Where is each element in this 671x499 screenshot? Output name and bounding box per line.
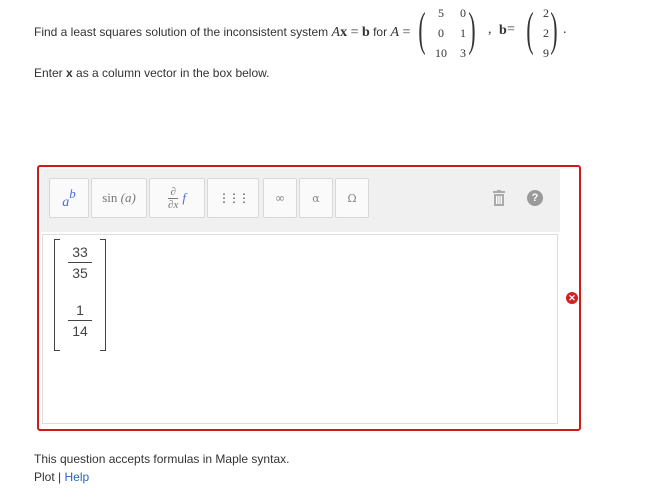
plot-link[interactable]: Plot [34, 470, 55, 484]
fraction-bar [68, 320, 92, 321]
sin-label: sin [102, 190, 118, 205]
vector-b-right-paren: ) [550, 3, 558, 56]
fraction-numerator: 33 [72, 244, 88, 260]
vector-b-left-paren: ( [526, 3, 534, 56]
comma-separator: , [488, 22, 492, 37]
matrix-a-left-paren: ( [418, 3, 426, 56]
matrix-a-right-paren: ) [468, 3, 476, 56]
error-icon: ✕ [566, 292, 578, 304]
answer-entry-fraction: 33 35 [66, 243, 94, 282]
answer-column-vector: 33 35 1 14 [54, 239, 106, 351]
question-prompt: Find a least squares solution of the inc… [34, 0, 664, 64]
matrix-grid-icon: ⋮⋮⋮ [218, 191, 250, 205]
matrix-a: ( 5 0 0 1 10 3 ) [418, 2, 490, 60]
instruction-suffix: as a column vector in the box below. [72, 66, 270, 80]
derivative-icon: ∂ ∂x f [168, 186, 186, 211]
system-equals: = [347, 25, 362, 40]
vector-b: ( 2 2 9 ) [526, 2, 568, 60]
matrix-a-label: A [390, 25, 399, 40]
derivative-button[interactable]: ∂ ∂x f [149, 178, 205, 218]
symbol-button[interactable]: Ω [335, 178, 369, 218]
answer-box: ab sin (a) ∂ ∂x f ⋮⋮⋮ ∞ α Ω ? 33 35 1 14 [37, 165, 581, 431]
fraction-numerator: 1 [76, 302, 84, 318]
matrix-a-cell: 0 [438, 26, 444, 40]
help-link[interactable]: Help [64, 470, 89, 484]
system-a-symbol: A [331, 25, 341, 40]
matrix-a-cell: 10 [435, 46, 447, 60]
right-bracket [100, 239, 106, 351]
omega-icon: Ω [347, 191, 357, 205]
answer-entry-fraction: 1 14 [66, 301, 94, 340]
power-button[interactable]: ab [49, 178, 89, 218]
deriv-partial: ∂ [170, 185, 176, 198]
math-input-editor[interactable]: 33 35 1 14 [42, 234, 558, 424]
fraction-denominator: 14 [72, 323, 88, 339]
fraction-denominator: 35 [72, 265, 88, 281]
derivative-fraction: ∂ ∂x [168, 185, 179, 211]
trash-icon [493, 190, 505, 206]
power-exp: b [69, 185, 76, 201]
link-separator: | [54, 470, 65, 484]
help-links: Plot | Help [34, 470, 289, 484]
infinity-button[interactable]: ∞ [263, 178, 297, 218]
greek-button[interactable]: α [299, 178, 333, 218]
deriv-var: ∂x [168, 198, 179, 211]
deriv-func: f [182, 190, 186, 205]
instruction-var: x [66, 66, 73, 80]
fraction-bar [68, 262, 92, 263]
math-toolbar: ab sin (a) ∂ ∂x f ⋮⋮⋮ ∞ α Ω ? [41, 169, 560, 232]
infinity-icon: ∞ [275, 191, 285, 205]
clear-button[interactable] [483, 178, 515, 218]
matrix-button[interactable]: ⋮⋮⋮ [207, 178, 259, 218]
matrix-a-cell: 5 [438, 6, 444, 20]
power-icon: ab [62, 186, 76, 210]
left-bracket [54, 239, 60, 351]
question-mark-icon: ? [527, 190, 543, 206]
syntax-note: This question accepts formulas in Maple … [34, 452, 290, 466]
instruction-prefix: Enter [34, 66, 67, 80]
vector-b-label: b [499, 23, 507, 38]
sin-arg: (a) [120, 190, 136, 205]
question-text: Find a least squares solution of the inc… [34, 25, 410, 41]
matrix-a-equals: = [399, 25, 411, 40]
instruction-text: Enter x as a column vector in the box be… [34, 66, 269, 80]
alpha-icon: α [312, 191, 320, 205]
question-period: . [563, 22, 567, 37]
system-b-symbol: b [361, 25, 370, 40]
footer: This question accepts formulas in Maple … [34, 452, 289, 484]
question-prefix: Find a least squares solution of the inc… [34, 25, 332, 39]
system-x-symbol: x [340, 25, 348, 40]
sin-icon: sin (a) [102, 190, 136, 206]
for-text: for [369, 25, 391, 39]
vector-b-equals: = [507, 22, 515, 37]
function-button[interactable]: sin (a) [91, 178, 147, 218]
help-button[interactable]: ? [519, 178, 551, 218]
